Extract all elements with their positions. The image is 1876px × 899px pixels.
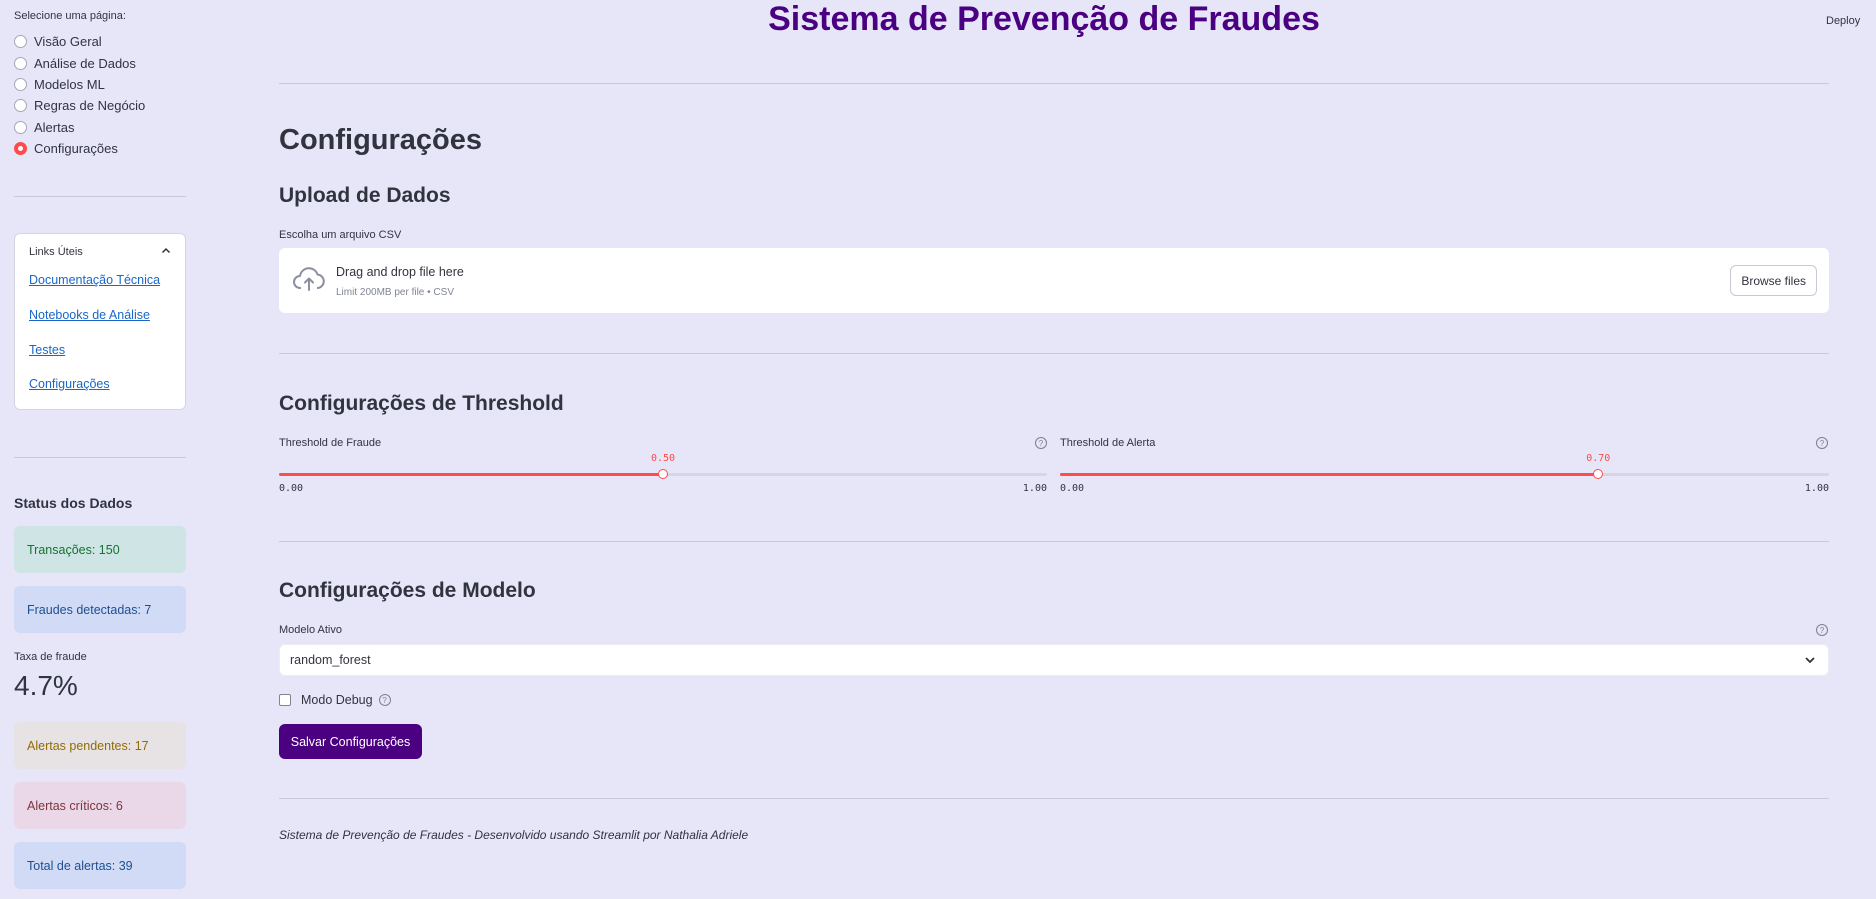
radio-analise-de-dados[interactable]: Análise de Dados <box>14 52 145 73</box>
slider-value: 0.70 <box>1586 453 1611 464</box>
radio-button-selected-icon[interactable] <box>14 142 27 156</box>
divider <box>279 353 1829 354</box>
threshold-fraude-label: Threshold de Fraude <box>279 437 382 449</box>
links-expander: Links Úteis Documentação Técnica Noteboo… <box>14 233 186 410</box>
divider <box>279 541 1829 542</box>
status-total-alertas: Total de alertas: 39 <box>14 842 186 889</box>
select-value: random_forest <box>290 653 371 667</box>
radio-configuracoes[interactable]: Configurações <box>14 138 145 159</box>
radio-button-icon[interactable] <box>14 99 27 113</box>
threshold-fraude-slider[interactable]: 0.50 0.00 1.00 <box>279 453 1047 501</box>
section-heading: Configurações <box>279 124 483 156</box>
slider-value: 0.50 <box>650 453 676 464</box>
debug-checkbox[interactable] <box>279 694 291 706</box>
radio-modelos-ml[interactable]: Modelos ML <box>14 74 145 95</box>
metric-taxa-label: Taxa de fraude <box>14 651 87 663</box>
modelo-select[interactable]: random_forest <box>279 644 1829 676</box>
threshold-alerta-slider[interactable]: 0.70 0.00 1.00 <box>1060 453 1829 501</box>
status-alertas-pendentes: Alertas pendentes: 17 <box>14 722 186 769</box>
radio-button-icon[interactable] <box>14 77 27 91</box>
upload-title: Upload de Dados <box>279 184 451 207</box>
divider <box>279 83 1829 84</box>
footer-text: Sistema de Prevenção de Fraudes - Desenv… <box>279 828 749 842</box>
slider-thumb[interactable] <box>658 469 668 479</box>
link-documentacao-tecnica[interactable]: Documentação Técnica <box>29 273 160 287</box>
radio-label: Modelos ML <box>34 76 105 92</box>
slider-fill <box>1060 473 1599 476</box>
help-icon[interactable]: ? <box>1816 624 1828 636</box>
slider-fill <box>279 473 663 476</box>
debug-checkbox-row[interactable]: Modo Debug ? <box>279 693 391 707</box>
help-icon[interactable]: ? <box>1035 437 1047 449</box>
metric-taxa-value: 4.7% <box>14 670 78 701</box>
sidebar-divider <box>14 457 186 458</box>
status-alertas-criticos: Alertas críticos: 6 <box>14 782 186 829</box>
status-transacoes: Transações: 150 <box>14 526 186 573</box>
threshold-title: Configurações de Threshold <box>279 392 564 415</box>
link-configuracoes[interactable]: Configurações <box>29 377 110 391</box>
threshold-alerta-label: Threshold de Alerta <box>1060 437 1156 449</box>
help-icon[interactable]: ? <box>378 694 391 706</box>
links-expander-title[interactable]: Links Úteis <box>29 246 83 258</box>
radio-alertas[interactable]: Alertas <box>14 117 145 138</box>
radio-regras-de-negocio[interactable]: Regras de Negócio <box>14 95 145 116</box>
radio-button-icon[interactable] <box>14 120 27 134</box>
debug-label: Modo Debug <box>301 693 373 707</box>
radio-label: Regras de Negócio <box>34 98 146 114</box>
chevron-down-icon[interactable] <box>1802 651 1818 674</box>
cloud-upload-icon <box>293 267 325 298</box>
modelo-select-label: Modelo Ativo <box>279 624 342 636</box>
file-dropzone[interactable]: Drag and drop file here Limit 200MB per … <box>279 248 1829 313</box>
page-radio-group: Visão Geral Análise de Dados Modelos ML … <box>14 31 145 159</box>
radio-label: Análise de Dados <box>34 55 136 71</box>
browse-files-button[interactable]: Browse files <box>1730 265 1817 296</box>
radio-label: Configurações <box>34 141 118 157</box>
link-notebooks-de-analise[interactable]: Notebooks de Análise <box>29 308 150 322</box>
dropzone-limit: Limit 200MB per file • CSV <box>336 287 454 298</box>
chevron-up-icon[interactable] <box>161 246 171 259</box>
sidebar: Selecione uma página: Visão Geral Anális… <box>0 0 200 899</box>
modelo-title: Configurações de Modelo <box>279 579 536 602</box>
slider-min: 0.00 <box>279 483 304 494</box>
slider-thumb[interactable] <box>1593 469 1604 479</box>
status-title: Status dos Dados <box>14 495 133 511</box>
upload-label: Escolha um arquivo CSV <box>279 229 402 241</box>
slider-max: 1.00 <box>1022 483 1047 494</box>
radio-label: Alertas <box>34 119 75 135</box>
sidebar-divider <box>14 196 186 197</box>
help-icon[interactable]: ? <box>1816 437 1828 449</box>
divider <box>279 798 1829 799</box>
dropzone-title: Drag and drop file here <box>336 265 464 279</box>
slider-min: 0.00 <box>1060 483 1085 494</box>
link-testes[interactable]: Testes <box>29 343 65 357</box>
radio-button-icon[interactable] <box>14 56 27 70</box>
save-config-button[interactable]: Salvar Configurações <box>279 724 422 759</box>
slider-max: 1.00 <box>1804 483 1829 494</box>
status-fraudes: Fraudes detectadas: 7 <box>14 586 186 633</box>
page-title: Sistema de Prevenção de Fraudes <box>768 0 1320 38</box>
